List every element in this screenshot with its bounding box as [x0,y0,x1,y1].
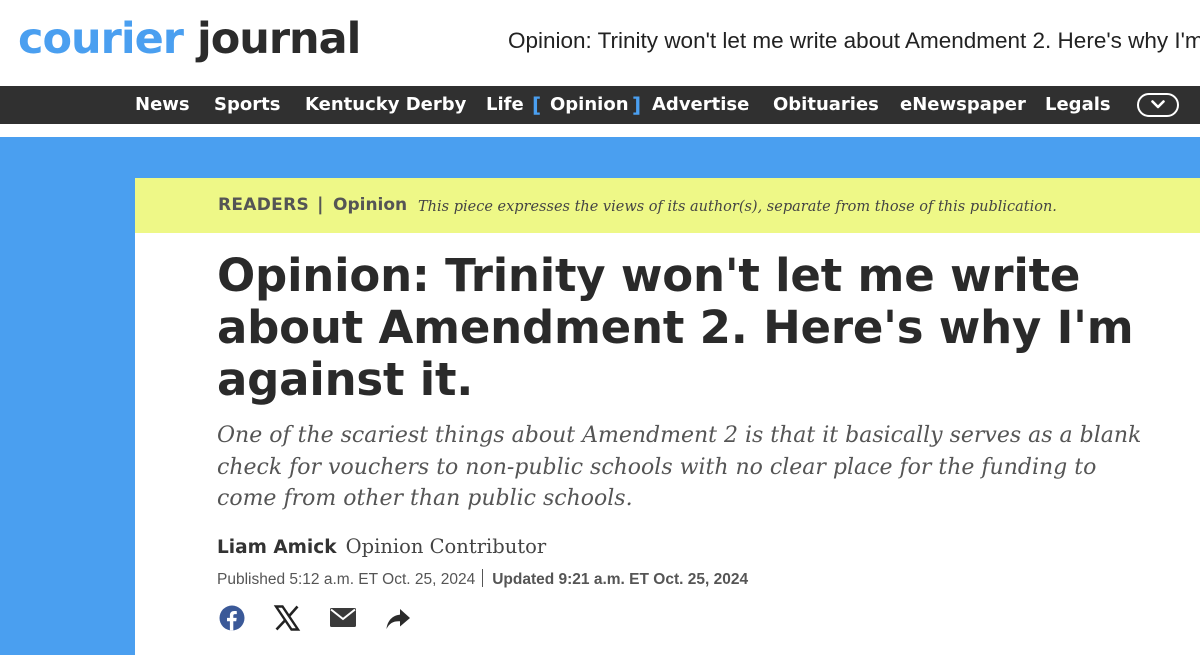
facebook-share-button[interactable] [219,603,249,633]
byline: Liam Amick Opinion Contributor [217,535,546,558]
site-logo[interactable]: courier journal [18,13,361,65]
article-title: Opinion: Trinity won't let me write abou… [217,249,1134,406]
email-share-button[interactable] [329,603,359,633]
nav-gap [0,124,1200,137]
logo-word-courier: courier [18,14,184,64]
nav-item-advertise[interactable]: Advertise [652,86,749,124]
banner-separator: | [317,194,324,215]
date-divider [482,569,484,587]
header-headline: Opinion: Trinity won't let me write abou… [508,28,1200,53]
nav-more-button[interactable] [1137,93,1179,117]
author-role: Opinion Contributor [345,535,547,558]
nav-active-bracket-open: [ [532,93,542,117]
main-nav: News Sports Kentucky Derby Life [ Opinio… [0,86,1200,124]
nav-item-opinion[interactable]: Opinion [550,86,629,124]
chevron-down-icon [1151,100,1165,109]
nav-item-obituaries[interactable]: Obituaries [773,86,879,124]
facebook-icon [219,605,245,631]
article-dates: Published 5:12 a.m. ET Oct. 25, 2024 Upda… [217,569,748,589]
nav-item-life[interactable]: Life [486,86,524,124]
x-icon [273,605,301,631]
article-summary: One of the scariest things about Amendme… [217,423,1142,511]
nav-item-sports[interactable]: Sports [214,86,280,124]
author-name[interactable]: Liam Amick [217,537,337,558]
share-icon [386,609,410,629]
x-share-button[interactable] [273,603,303,633]
more-share-button[interactable] [384,603,414,633]
banner-section[interactable]: Opinion [333,195,407,215]
logo-word-journal: journal [196,14,361,64]
nav-item-news[interactable]: News [135,86,190,124]
nav-item-legals[interactable]: Legals [1045,86,1111,124]
article-card: READERS | Opinion This piece expresses t… [135,178,1200,655]
opinion-disclaimer: This piece expresses the views of its au… [418,199,1057,215]
banner-label[interactable]: READERS [218,195,309,215]
email-icon [330,608,356,627]
updated-date: Updated 9:21 a.m. ET Oct. 25, 2024 [492,571,749,588]
opinion-banner: READERS | Opinion This piece expresses t… [135,178,1200,233]
published-date: Published 5:12 a.m. ET Oct. 25, 2024 [217,571,476,588]
nav-item-enewspaper[interactable]: eNewspaper [900,86,1026,124]
site-header: courier journal Opinion: Trinity won't l… [0,0,1200,86]
nav-active-bracket-close: ] [632,93,642,117]
nav-item-kentucky-derby[interactable]: Kentucky Derby [305,86,466,124]
